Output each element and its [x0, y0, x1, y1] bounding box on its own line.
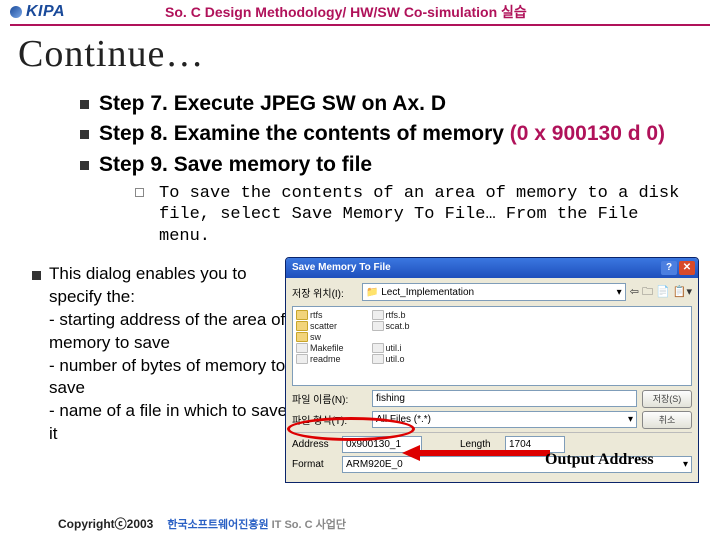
footer: Copyrightⓒ2003 한국소프트웨어진흥원 IT So. C 사업단	[58, 515, 346, 532]
address-label: Address	[292, 439, 337, 450]
chevron-down-icon[interactable]: ▾	[683, 459, 688, 470]
output-address-label: Output Address	[545, 451, 654, 469]
list-item: scatter	[296, 321, 344, 331]
list-item: Makefile	[296, 343, 344, 353]
bullet-step-8: Step 8. Examine the contents of memory	[99, 122, 504, 145]
header-divider	[10, 24, 710, 26]
chevron-down-icon[interactable]: ▾	[628, 414, 633, 425]
length-label: Length	[460, 439, 500, 450]
file-icon	[372, 343, 384, 353]
list-item: rtfs	[296, 310, 344, 320]
save-memory-dialog: Save Memory To File ? ✕ 저장 위치(I): 📁 Lect…	[285, 257, 699, 483]
format-label: Format	[292, 459, 337, 470]
save-button[interactable]: 저장(S)	[642, 390, 692, 408]
footer-brand-2: IT So. C 사업단	[272, 519, 346, 531]
dialog-title: Save Memory To File	[292, 262, 391, 273]
file-icon	[296, 343, 308, 353]
folder-icon	[296, 332, 308, 342]
memory-address: (0 x 900130 d 0)	[510, 122, 665, 145]
bullet-icon	[32, 271, 41, 280]
address-input[interactable]: 0x900130_1	[342, 436, 422, 453]
file-icon	[372, 310, 384, 320]
nav-toolbar-icons[interactable]: ⇦ 🗀 📄 📋▾	[630, 283, 692, 302]
bullet-list: Step 7. Execute JPEG SW on Ax. D Step 8.…	[80, 90, 690, 247]
bullet-icon	[80, 130, 89, 139]
dialog-titlebar[interactable]: Save Memory To File ? ✕	[286, 258, 698, 278]
save-in-field[interactable]: 📁 Lect_Implementation ▾	[362, 283, 626, 301]
logo-text: KIPA	[26, 3, 65, 21]
bullet-step-9: Step 9. Save memory to file	[99, 151, 372, 179]
filename-label: 파일 이름(N):	[292, 391, 367, 406]
bullet-icon	[80, 100, 89, 109]
header-title: So. C Design Methodology/ HW/SW Co-simul…	[165, 2, 527, 22]
filename-input[interactable]: fishing	[372, 390, 637, 407]
list-item: util.o	[372, 354, 410, 364]
list-item: rtfs.b	[372, 310, 410, 320]
filetype-label: 파일 형식(T):	[292, 412, 367, 427]
chevron-down-icon[interactable]: ▾	[617, 287, 622, 298]
folder-icon	[296, 310, 308, 320]
help-icon[interactable]: ?	[661, 261, 677, 275]
close-icon[interactable]: ✕	[679, 261, 695, 275]
file-icon	[296, 354, 308, 364]
filetype-select[interactable]: All Files (*.*) ▾	[372, 411, 637, 428]
logo-dot-icon	[10, 6, 22, 18]
save-in-label: 저장 위치(I):	[292, 285, 358, 300]
logo: KIPA	[10, 3, 65, 21]
sub-bullet-icon	[135, 188, 144, 197]
copyright-text: Copyrightⓒ2003	[58, 515, 153, 532]
list-item: sw	[296, 332, 344, 342]
list-item: util.i	[372, 343, 410, 353]
cancel-button[interactable]: 취소	[642, 411, 692, 429]
file-list-area[interactable]: rtfs scatter sw Makefile readme rtfs.b s…	[292, 306, 692, 386]
file-icon	[372, 354, 384, 364]
slide-title: Continue…	[18, 32, 720, 76]
bullet-icon	[80, 161, 89, 170]
footer-brand-1: 한국소프트웨어진흥원	[167, 519, 268, 531]
bullet-step-7: Step 7. Execute JPEG SW on Ax. D	[99, 90, 446, 118]
list-item: scat.b	[372, 321, 410, 331]
list-item: readme	[296, 354, 344, 364]
file-icon	[372, 321, 384, 331]
sub-bullet-text: To save the contents of an area of memor…	[159, 183, 690, 247]
folder-icon	[296, 321, 308, 331]
dialog-explanation: This dialog enables you to specify the: …	[49, 263, 292, 447]
